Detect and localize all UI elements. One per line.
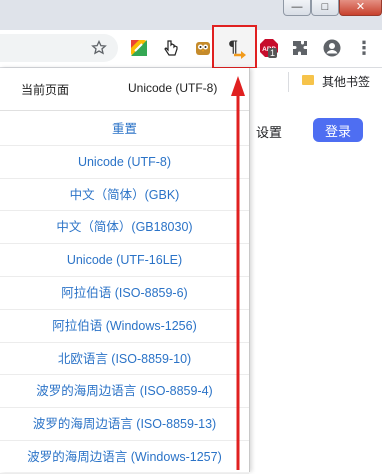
charset-extension-icon[interactable]: ¶ <box>221 34 249 60</box>
encoding-item[interactable]: 波罗的海周边语言 (ISO-8859-4) <box>0 375 249 409</box>
window-titlebar: — □ ✕ <box>0 0 382 30</box>
close-button[interactable]: ✕ <box>339 0 382 16</box>
popup-header: 当前页面 Unicode (UTF-8) <box>0 68 249 111</box>
current-encoding-value: Unicode (UTF-8) <box>128 81 218 95</box>
folder-icon <box>302 75 314 85</box>
abp-badge: 1 <box>268 48 278 58</box>
encoding-item[interactable]: 波罗的海周边语言 (Windows-1257) <box>0 441 249 474</box>
encoding-item[interactable]: 阿拉伯语 (ISO-8859-6) <box>0 277 249 310</box>
minimize-button[interactable]: — <box>283 0 311 16</box>
address-bar[interactable] <box>0 34 118 62</box>
encoding-item[interactable]: 阿拉伯语 (Windows-1256) <box>0 310 249 343</box>
owl-extension-icon[interactable] <box>192 37 214 59</box>
encoding-item[interactable]: 波罗的海周边语言 (ISO-8859-13) <box>0 408 249 441</box>
encoding-item[interactable]: 中文（简体）(GB18030) <box>0 211 249 245</box>
svg-text:¶: ¶ <box>228 37 238 56</box>
account-icon[interactable] <box>321 37 343 59</box>
current-page-label: 当前页面 <box>21 83 70 97</box>
encoding-list: 重置 Unicode (UTF-8) 中文（简体）(GBK) 中文（简体）(GB… <box>0 113 249 474</box>
maximize-button[interactable]: □ <box>311 0 339 16</box>
browser-toolbar: ABP ⋮ <box>0 30 382 68</box>
puzzle-extensions-icon[interactable] <box>289 37 311 59</box>
encoding-reset[interactable]: 重置 <box>0 113 249 146</box>
encoding-item[interactable]: Unicode (UTF-16LE) <box>0 244 249 277</box>
settings-link[interactable]: 设置 <box>256 122 282 141</box>
cursor-extension-icon[interactable] <box>160 37 182 59</box>
charset-popup: 当前页面 Unicode (UTF-8) 重置 Unicode (UTF-8) … <box>0 68 250 474</box>
encoding-item[interactable]: 中文（简体）(GBK) <box>0 179 249 212</box>
bookmarks-separator <box>288 72 289 92</box>
other-bookmarks-label[interactable]: 其他书签 <box>322 73 370 90</box>
encoding-item[interactable]: 北欧语言 (ISO-8859-10) <box>0 343 249 376</box>
charset-extension-highlight: ¶ <box>212 25 257 69</box>
encoding-item[interactable]: Unicode (UTF-8) <box>0 146 249 179</box>
login-button[interactable]: 登录 <box>313 118 363 142</box>
menu-icon[interactable]: ⋮ <box>353 37 375 59</box>
star-icon[interactable] <box>88 37 110 59</box>
colorful-extension-icon[interactable] <box>128 37 150 59</box>
